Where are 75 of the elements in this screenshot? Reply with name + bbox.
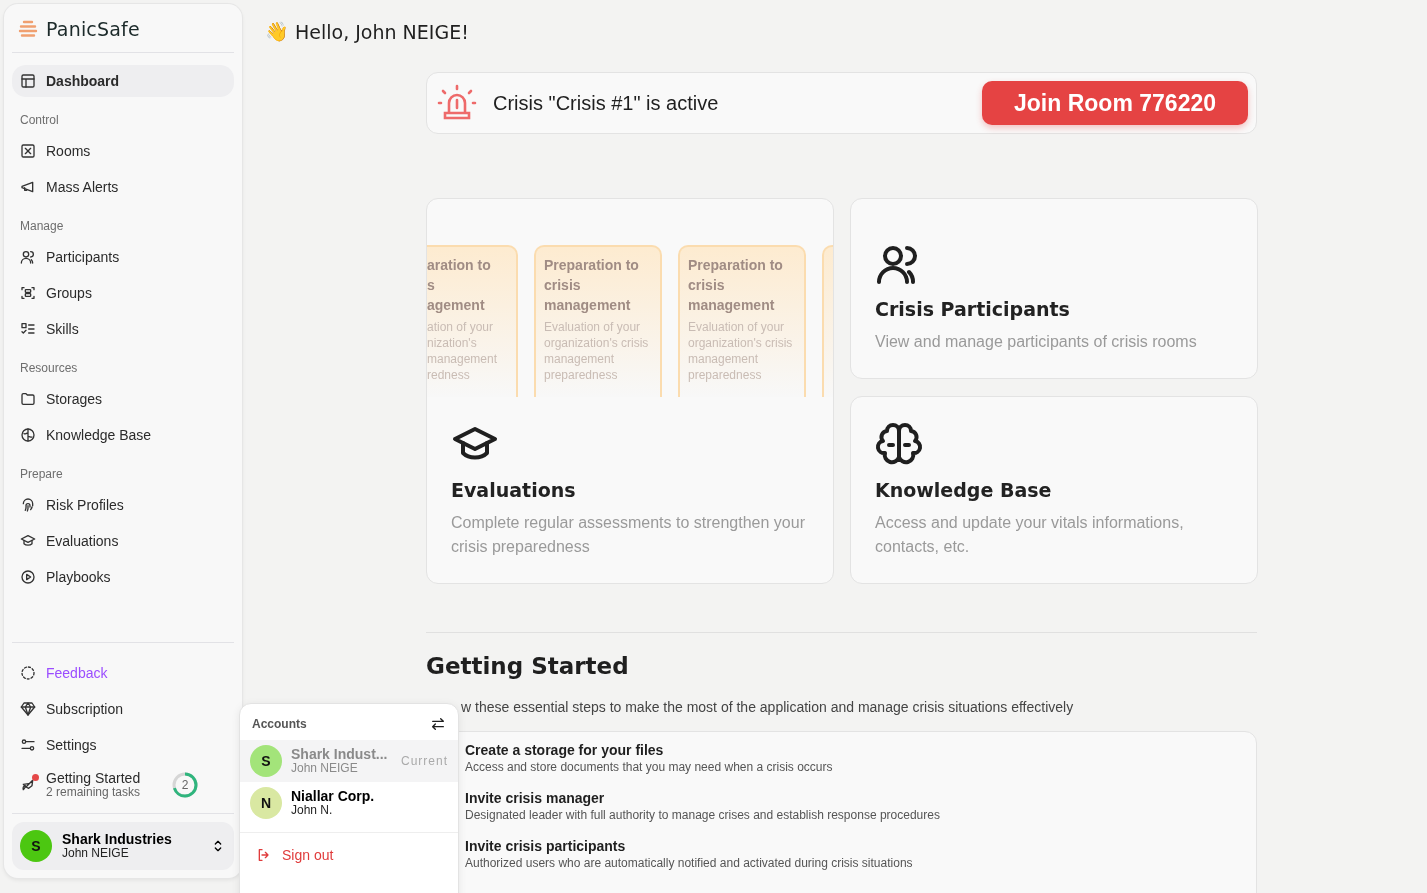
card-title: Crisis Participants xyxy=(875,298,1071,320)
nav-item[interactable]: Playbooks xyxy=(12,561,234,593)
step-title[interactable]: Invite crisis manager xyxy=(465,790,1256,806)
step-description: Authorized users who are automatically notified and activated during crisis situations xyxy=(465,856,914,870)
sign-out-button[interactable]: Sign out xyxy=(240,832,458,877)
nav-item-subtitle: 2 remaining tasks xyxy=(46,786,141,799)
dashed-circle-icon xyxy=(20,665,36,681)
account-switcher[interactable]: S Shark Industries John NEIGE xyxy=(12,822,234,870)
section-title: Getting Started xyxy=(426,653,630,679)
nav-item[interactable]: Skills xyxy=(12,313,234,345)
graduation-cap-icon xyxy=(20,533,36,549)
folder-icon xyxy=(20,391,36,407)
card-description: Access and update your vitals informations, contacts, etc. xyxy=(875,513,1185,557)
step-title[interactable]: Invite crisis participants xyxy=(465,838,1256,854)
user-name: John NEIGE xyxy=(291,762,359,776)
fingerprint-icon xyxy=(20,497,36,513)
app-name: PanicSafe xyxy=(46,18,140,40)
card-title: Knowledge Base xyxy=(875,479,1053,501)
card-description: View and manage participants of crisis rooms xyxy=(875,332,1198,352)
card-description: Complete regular assessments to strengthen your crisis preparedness xyxy=(451,513,806,557)
nav-item[interactable]: Participants xyxy=(12,241,234,273)
section-intro: w these essential steps to make the most of the application and manage crisis situations effectively xyxy=(460,699,1075,715)
nav-item[interactable]: Dashboard xyxy=(12,65,234,97)
feature-card[interactable]: Crisis Participants View and manage participants of crisis rooms xyxy=(850,198,1258,379)
nav-item[interactable]: Storages xyxy=(12,383,234,415)
evaluations-card[interactable] xyxy=(426,198,834,584)
account-option[interactable]: N Niallar Corp. John N. xyxy=(240,782,458,824)
user-name: John N. xyxy=(291,804,334,818)
step-description: Designated leader with full authority to manage crises and establish response procedures xyxy=(465,808,941,822)
greeting: Hello, John NEIGE! xyxy=(295,20,469,43)
step-description: Access and store documents that you may need when a crisis occurs xyxy=(465,760,834,774)
nav-item[interactable]: Evaluations xyxy=(12,525,234,557)
users-icon xyxy=(20,249,36,265)
feedback-link[interactable]: Feedback xyxy=(12,657,234,689)
section-label: Manage xyxy=(19,218,65,235)
preview-title: aration to s agement xyxy=(427,256,492,315)
join-room-button[interactable]: Join Room 776220 xyxy=(982,81,1248,125)
card-title: Evaluations xyxy=(451,479,577,501)
swap-arrows-icon xyxy=(430,716,446,732)
step-title[interactable]: Create a storage for your files xyxy=(465,742,1256,758)
section-label: Control xyxy=(19,112,60,129)
nav-item[interactable]: Groups xyxy=(12,277,234,309)
current-label: Current xyxy=(401,754,448,768)
section-label: Resources xyxy=(19,360,79,377)
avatar: S xyxy=(20,830,52,862)
play-circle-icon xyxy=(20,569,36,585)
menu-title: Accounts xyxy=(252,717,307,731)
group-icon xyxy=(20,285,36,301)
nav-item[interactable]: Settings xyxy=(12,729,234,761)
sliders-icon xyxy=(20,737,36,753)
nav-item-label[interactable]: Getting Started xyxy=(46,771,141,787)
preview-title: Preparation to crisis management xyxy=(544,256,640,315)
account-name: Niallar Corp. xyxy=(291,788,376,805)
nav-item[interactable]: Knowledge Base xyxy=(12,419,234,451)
section-label: Prepare xyxy=(19,466,64,483)
megaphone-icon xyxy=(20,179,36,195)
crisis-status: Crisis "Crisis #1" is active xyxy=(493,91,720,115)
avatar: S xyxy=(250,745,282,777)
x-square-icon xyxy=(20,143,36,159)
account-name: Shark Indust... xyxy=(291,746,389,763)
preview-title: Preparation to crisis management xyxy=(688,256,784,315)
nav-item[interactable]: Mass Alerts xyxy=(12,171,234,203)
account-name: Shark Industries xyxy=(62,831,173,848)
nav-item[interactable]: Risk Profiles xyxy=(12,489,234,521)
task-count: 2 xyxy=(181,778,189,792)
diamond-icon xyxy=(20,701,36,717)
avatar: N xyxy=(250,787,282,819)
nav-item[interactable]: Subscription xyxy=(12,693,234,725)
checklist-icon xyxy=(20,321,36,337)
feature-card[interactable]: Knowledge Base Access and update your vitals informations, contacts, etc. xyxy=(850,396,1258,584)
nav-item[interactable]: Rooms xyxy=(12,135,234,167)
layout-icon xyxy=(20,73,36,89)
logo-icon xyxy=(18,19,38,39)
wave-emoji: 👋 xyxy=(265,20,289,43)
user-name: John NEIGE xyxy=(62,847,130,861)
